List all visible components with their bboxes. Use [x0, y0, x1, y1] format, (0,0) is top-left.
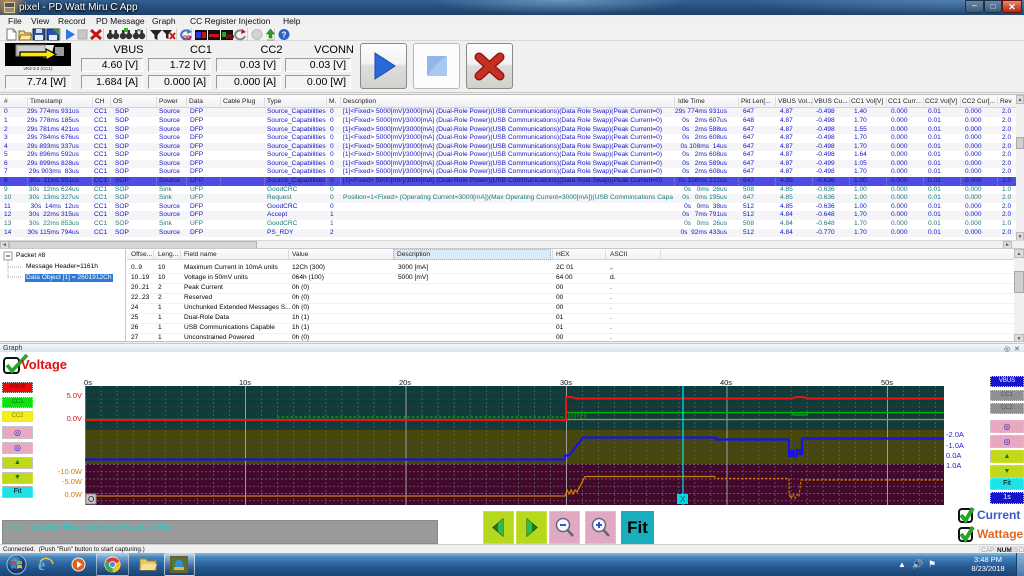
- svg-text:?: ?: [282, 31, 287, 40]
- svg-text:X: X: [680, 495, 686, 504]
- svg-text:O: O: [88, 495, 94, 504]
